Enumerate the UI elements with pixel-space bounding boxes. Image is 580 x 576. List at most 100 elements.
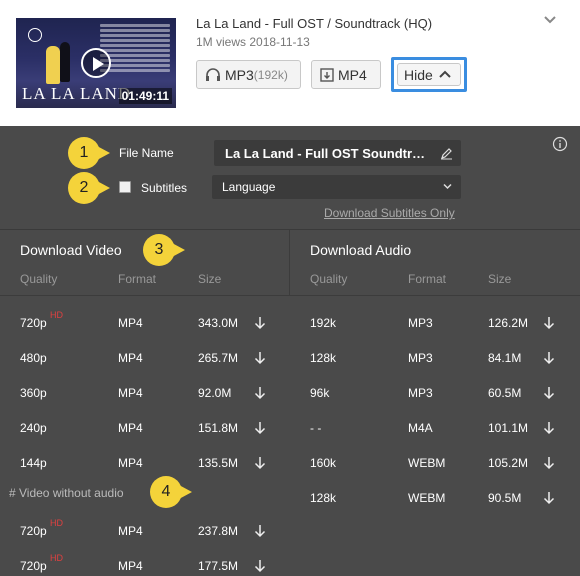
thumbnail-dancer — [46, 46, 60, 84]
subtitles-checkbox[interactable] — [119, 181, 131, 193]
film-icon — [320, 67, 334, 82]
quality-cell: 128k — [310, 351, 337, 365]
format-cell: WEBM — [408, 456, 446, 470]
audio-format-header: Format — [408, 272, 447, 286]
quality-cell: 192k — [310, 316, 337, 330]
format-cell: MP4 — [118, 421, 143, 435]
format-cell: MP4 — [118, 351, 143, 365]
size-cell: 135.5M — [198, 456, 239, 470]
hd-badge: HD — [50, 310, 63, 320]
callout-3: 3 — [143, 234, 185, 266]
hd-badge: HD — [50, 518, 63, 528]
hide-button-highlight: Hide — [391, 57, 467, 92]
download-arrow-icon[interactable] — [254, 386, 266, 400]
file-name-label: File Name — [119, 146, 174, 160]
quality-cell: 240p — [20, 421, 47, 435]
download-arrow-icon[interactable] — [254, 456, 266, 470]
download-arrow-icon[interactable] — [543, 316, 555, 330]
callout-4: 4 — [150, 476, 192, 508]
quality-cell: 160k — [310, 456, 337, 470]
download-arrow-icon[interactable] — [543, 351, 555, 365]
hide-label: Hide — [404, 66, 433, 83]
format-cell: MP3 — [408, 386, 433, 400]
thumbnail-moon — [28, 28, 42, 42]
quality-cell: 480p — [20, 351, 47, 365]
download-arrow-icon[interactable] — [543, 421, 555, 435]
download-arrow-icon[interactable] — [254, 524, 266, 538]
format-cell: M4A — [408, 421, 433, 435]
video-without-audio-label: # Video without audio — [9, 486, 124, 500]
download-arrow-icon[interactable] — [254, 316, 266, 330]
size-cell: 101.1M — [488, 421, 529, 435]
size-cell: 105.2M — [488, 456, 529, 470]
quality-cell: - - — [310, 421, 322, 435]
language-select[interactable]: Language — [212, 175, 461, 199]
pencil-icon[interactable] — [440, 147, 453, 160]
mp3-download-button[interactable]: MP3 (192k) — [196, 60, 301, 89]
headphones-icon — [206, 67, 220, 81]
video-card: LA LA LAND 01:49:11 La La Land - Full OS… — [0, 0, 580, 126]
callout-2: 2 — [68, 172, 110, 204]
size-cell: 343.0M — [198, 316, 239, 330]
format-cell: MP3 — [408, 351, 433, 365]
size-cell: 60.5M — [488, 386, 522, 400]
mp3-bitrate: (192k) — [253, 67, 288, 82]
divider — [0, 229, 580, 230]
hide-button[interactable]: Hide — [397, 63, 461, 86]
format-cell: MP4 — [118, 559, 143, 573]
chevron-down-icon[interactable] — [540, 12, 560, 32]
download-arrow-icon[interactable] — [254, 351, 266, 365]
download-subtitles-link[interactable]: Download Subtitles Only — [324, 206, 455, 220]
download-audio-title: Download Audio — [310, 242, 412, 258]
info-icon[interactable] — [552, 136, 568, 152]
quality-cell: 128k — [310, 491, 337, 505]
download-panel: 1 File Name La La Land - Full OST Soundt… — [0, 126, 580, 576]
video-size-header: Size — [198, 272, 222, 286]
download-arrow-icon[interactable] — [543, 491, 555, 505]
file-name-value: La La Land - Full OST Soundtrack (HQ) — [225, 145, 430, 161]
video-title: La La Land - Full OST / Soundtrack (HQ) — [196, 16, 433, 31]
video-meta: 1M views 2018-11-13 — [196, 35, 310, 49]
quality-cell: 720p — [20, 559, 47, 573]
quality-cell: 144p — [20, 456, 47, 470]
subtitles-label: Subtitles — [141, 181, 188, 195]
mp3-label: MP3 — [225, 66, 254, 83]
size-cell: 126.2M — [488, 316, 529, 330]
chevron-up-icon — [439, 70, 451, 78]
divider — [0, 295, 580, 296]
download-arrow-icon[interactable] — [254, 421, 266, 435]
quality-cell: 360p — [20, 386, 47, 400]
quality-cell: 96k — [310, 386, 330, 400]
callout-1: 1 — [68, 137, 110, 169]
hd-badge: HD — [50, 553, 63, 563]
download-arrow-icon[interactable] — [543, 456, 555, 470]
play-icon[interactable] — [81, 48, 111, 78]
format-cell: MP4 — [118, 456, 143, 470]
size-cell: 151.8M — [198, 421, 239, 435]
video-thumbnail[interactable]: LA LA LAND 01:49:11 — [16, 18, 176, 108]
size-cell: 92.0M — [198, 386, 232, 400]
format-cell: MP4 — [118, 524, 143, 538]
video-duration: 01:49:11 — [118, 88, 172, 104]
file-name-input[interactable]: La La Land - Full OST Soundtrack (HQ) — [214, 140, 461, 166]
size-cell: 237.8M — [198, 524, 239, 538]
format-cell: MP4 — [118, 316, 143, 330]
size-cell: 90.5M — [488, 491, 522, 505]
quality-cell: 720p — [20, 316, 47, 330]
video-format-header: Format — [118, 272, 157, 286]
audio-size-header: Size — [488, 272, 512, 286]
size-cell: 265.7M — [198, 351, 239, 365]
mp4-download-button[interactable]: MP4 — [311, 60, 381, 89]
size-cell: 84.1M — [488, 351, 522, 365]
thumbnail-dancer-partner — [60, 42, 70, 82]
video-quality-header: Quality — [20, 272, 58, 286]
download-arrow-icon[interactable] — [543, 386, 555, 400]
thumbnail-logo: LA LA LAND — [22, 84, 132, 103]
download-arrow-icon[interactable] — [254, 559, 266, 573]
format-cell: MP4 — [118, 386, 143, 400]
format-cell: MP3 — [408, 316, 433, 330]
download-video-title: Download Video — [20, 242, 122, 258]
audio-quality-header: Quality — [310, 272, 348, 286]
size-cell: 177.5M — [198, 559, 239, 573]
mp4-label: MP4 — [338, 66, 367, 83]
